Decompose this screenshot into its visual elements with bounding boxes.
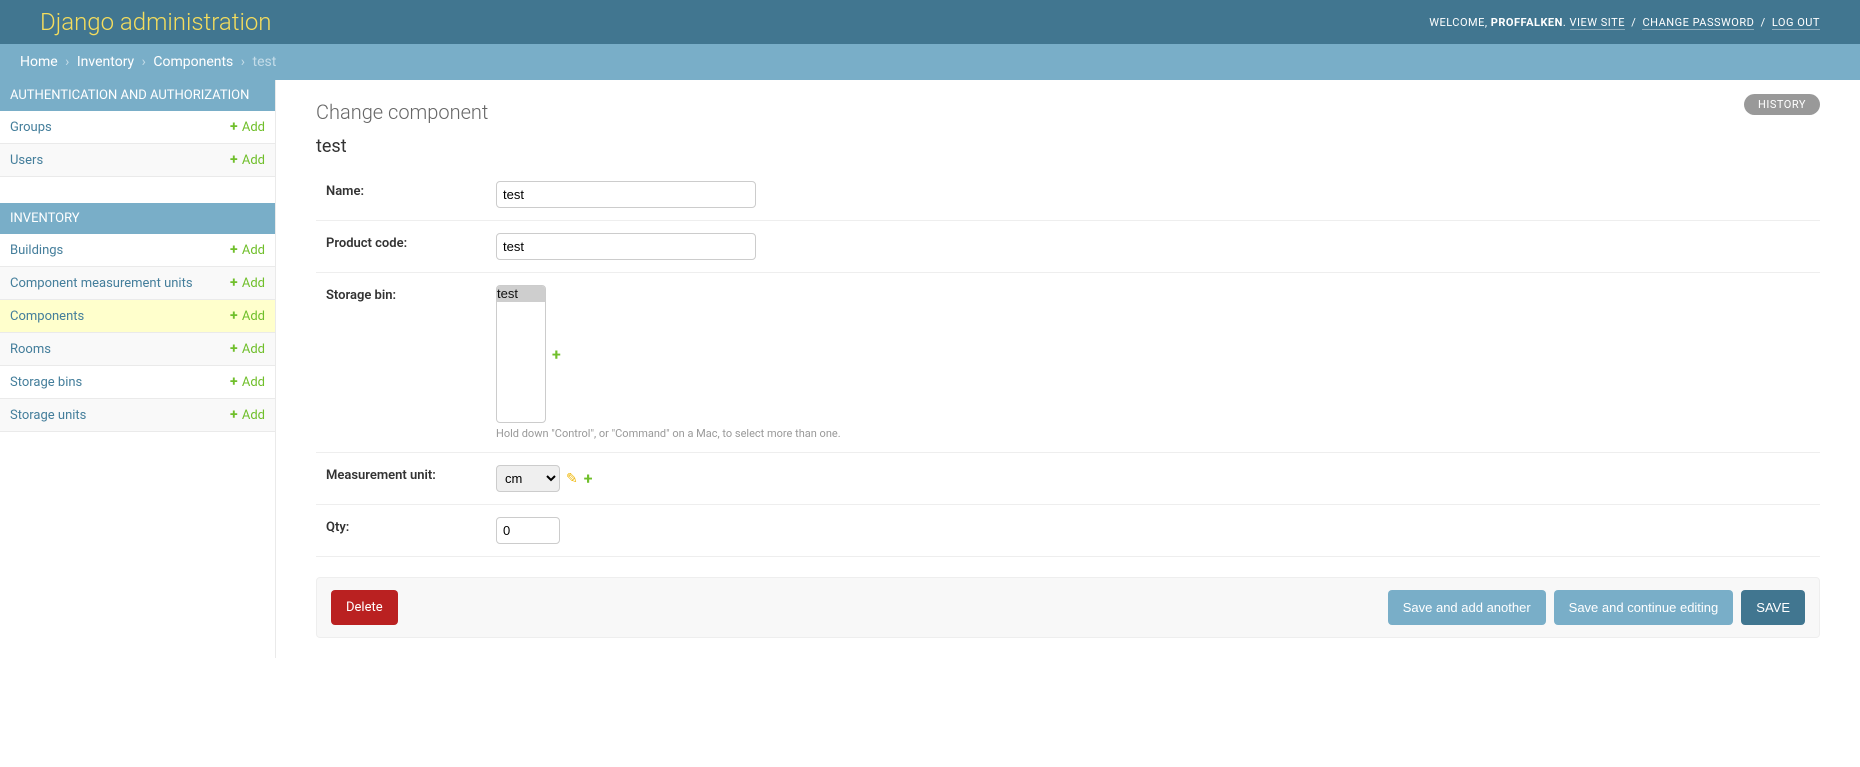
plus-icon: + [230, 242, 238, 258]
delete-button[interactable]: Delete [331, 590, 398, 625]
sidebar-app-label: AUTHENTICATION AND AUTHORIZATION [0, 80, 275, 111]
sidebar-model-link-storagebins[interactable]: Storage bins [10, 375, 82, 390]
welcome-text: WELCOME, [1429, 16, 1487, 29]
name-label: Name: [326, 181, 486, 199]
sidebar-model-row: Component measurement units + Add [0, 267, 275, 300]
sidebar-add-link[interactable]: + Add [230, 120, 265, 135]
save-add-another-button[interactable]: Save and add another [1388, 590, 1546, 625]
sidebar-model-link-rooms[interactable]: Rooms [10, 342, 51, 357]
sidebar-add-link[interactable]: + Add [230, 309, 265, 324]
sidebar-app-auth: AUTHENTICATION AND AUTHORIZATION Groups … [0, 80, 275, 177]
measurement-unit-label: Measurement unit: [326, 465, 486, 483]
sidebar-add-link[interactable]: + Add [230, 243, 265, 258]
storage-bin-label: Storage bin: [326, 285, 486, 303]
sidebar-model-row: Buildings + Add [0, 234, 275, 267]
field-row-name: Name: [316, 169, 1820, 221]
field-row-storage-bin: Storage bin: test + Hold down "Control",… [316, 273, 1820, 453]
sidebar-add-link[interactable]: + Add [230, 342, 265, 357]
add-storage-bin-icon[interactable]: + [552, 345, 561, 364]
branding-title[interactable]: Django administration [40, 8, 272, 36]
sidebar-add-link[interactable]: + Add [230, 375, 265, 390]
change-password-link[interactable]: CHANGE PASSWORD [1642, 16, 1754, 30]
storage-bin-select[interactable]: test [496, 285, 546, 423]
sidebar-model-row: Storage bins + Add [0, 366, 275, 399]
plus-icon: + [230, 152, 238, 168]
submit-row: Delete SAVE Save and continue editing Sa… [316, 577, 1820, 638]
name-input[interactable] [496, 181, 756, 208]
sidebar-model-row: Storage units + Add [0, 399, 275, 432]
sidebar-model-row: Rooms + Add [0, 333, 275, 366]
plus-icon: + [230, 119, 238, 135]
sidebar-model-link-cmu[interactable]: Component measurement units [10, 276, 193, 291]
field-row-product-code: Product code: [316, 221, 1820, 273]
sidebar-model-row: Components + Add [0, 300, 275, 333]
storage-bin-help: Hold down "Control", or "Command" on a M… [496, 427, 1810, 440]
content: HISTORY Change component test Name: Prod… [276, 80, 1860, 658]
storage-bin-option[interactable]: test [497, 286, 545, 302]
field-row-qty: Qty: [316, 505, 1820, 557]
sidebar-app-inventory: INVENTORY Buildings + Add Component meas… [0, 203, 275, 432]
plus-icon: + [230, 407, 238, 423]
sidebar-add-link[interactable]: + Add [230, 153, 265, 168]
plus-icon: + [230, 308, 238, 324]
sidebar-app-label: INVENTORY [0, 203, 275, 234]
page-title: Change component [316, 100, 1820, 124]
product-code-label: Product code: [326, 233, 486, 251]
sidebar-model-row: Users + Add [0, 144, 275, 177]
sidebar-model-link-users[interactable]: Users [10, 153, 43, 168]
add-measurement-unit-icon[interactable]: + [584, 469, 593, 488]
breadcrumb-app[interactable]: Inventory [77, 54, 134, 70]
breadcrumb-object: test [252, 54, 276, 70]
edit-measurement-unit-icon[interactable]: ✎ [566, 471, 578, 487]
sidebar-model-link-components[interactable]: Components [10, 309, 84, 324]
qty-input[interactable] [496, 517, 560, 544]
user-tools: WELCOME, PROFFALKEN. VIEW SITE / CHANGE … [1429, 16, 1820, 29]
nav-sidebar: AUTHENTICATION AND AUTHORIZATION Groups … [0, 80, 276, 658]
breadcrumb: Home › Inventory › Components › test [0, 44, 1860, 80]
username: PROFFALKEN [1491, 16, 1563, 29]
save-continue-button[interactable]: Save and continue editing [1554, 590, 1734, 625]
breadcrumb-home[interactable]: Home [20, 54, 58, 70]
sidebar-model-row: Groups + Add [0, 111, 275, 144]
object-title: test [316, 136, 1820, 157]
plus-icon: + [230, 275, 238, 291]
measurement-unit-select[interactable]: cm [496, 465, 560, 492]
breadcrumb-model[interactable]: Components [153, 54, 233, 70]
header: Django administration WELCOME, PROFFALKE… [0, 0, 1860, 44]
sidebar-add-link[interactable]: + Add [230, 408, 265, 423]
field-row-measurement-unit: Measurement unit: cm ✎ + [316, 453, 1820, 505]
qty-label: Qty: [326, 517, 486, 535]
sidebar-add-link[interactable]: + Add [230, 276, 265, 291]
sidebar-model-link-buildings[interactable]: Buildings [10, 243, 63, 258]
view-site-link[interactable]: VIEW SITE [1570, 16, 1625, 30]
save-button[interactable]: SAVE [1741, 590, 1805, 625]
plus-icon: + [230, 374, 238, 390]
product-code-input[interactable] [496, 233, 756, 260]
logout-link[interactable]: LOG OUT [1772, 16, 1820, 30]
history-button[interactable]: HISTORY [1744, 94, 1820, 115]
plus-icon: + [230, 341, 238, 357]
sidebar-model-link-groups[interactable]: Groups [10, 120, 52, 135]
sidebar-model-link-storageunits[interactable]: Storage units [10, 408, 86, 423]
